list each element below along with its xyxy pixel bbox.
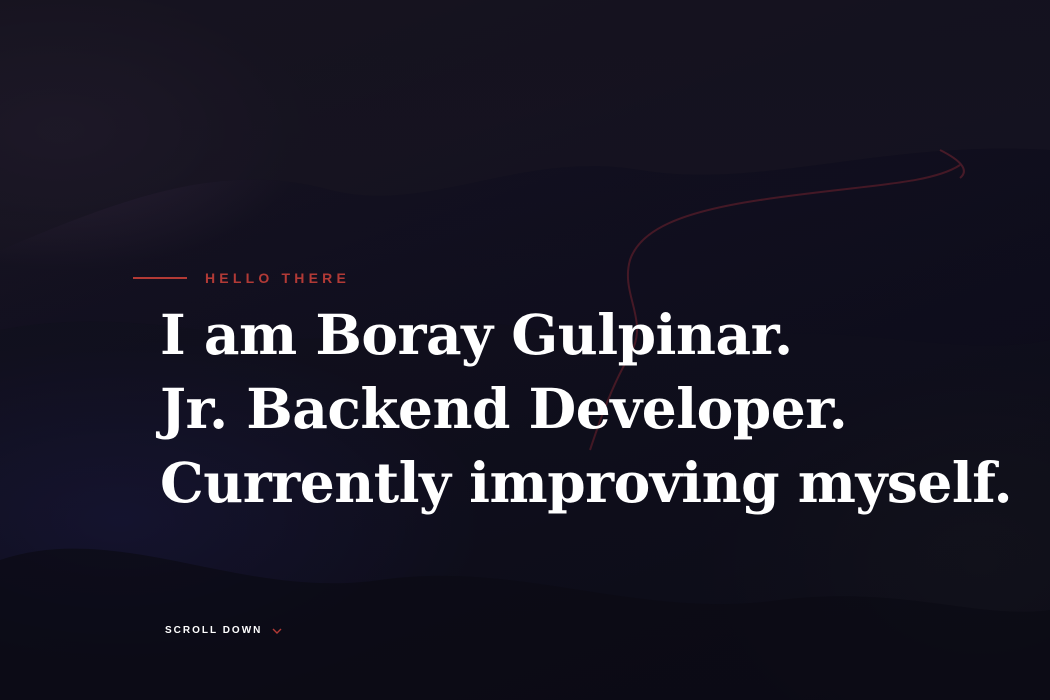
chevron-down-icon: [272, 628, 282, 634]
kicker-text: HELLO THERE: [205, 270, 350, 286]
headline-line-status: Currently improving myself.: [160, 450, 1013, 515]
headline-line-role: Jr. Backend Developer.: [160, 376, 848, 441]
hero-headline: I am Boray Gulpinar. Jr. Backend Develop…: [160, 298, 1013, 520]
headline-line-name: I am Boray Gulpinar.: [160, 302, 793, 367]
scroll-down-label: SCROLL DOWN: [165, 625, 263, 636]
intro-block: HELLO THERE I am Boray Gulpinar. Jr. Bac…: [133, 268, 1013, 520]
kicker: HELLO THERE: [133, 268, 1012, 288]
kicker-line: [133, 277, 187, 279]
scroll-down-link[interactable]: SCROLL DOWN: [165, 625, 282, 636]
hero-section: HELLO THERE I am Boray Gulpinar. Jr. Bac…: [0, 0, 1050, 700]
